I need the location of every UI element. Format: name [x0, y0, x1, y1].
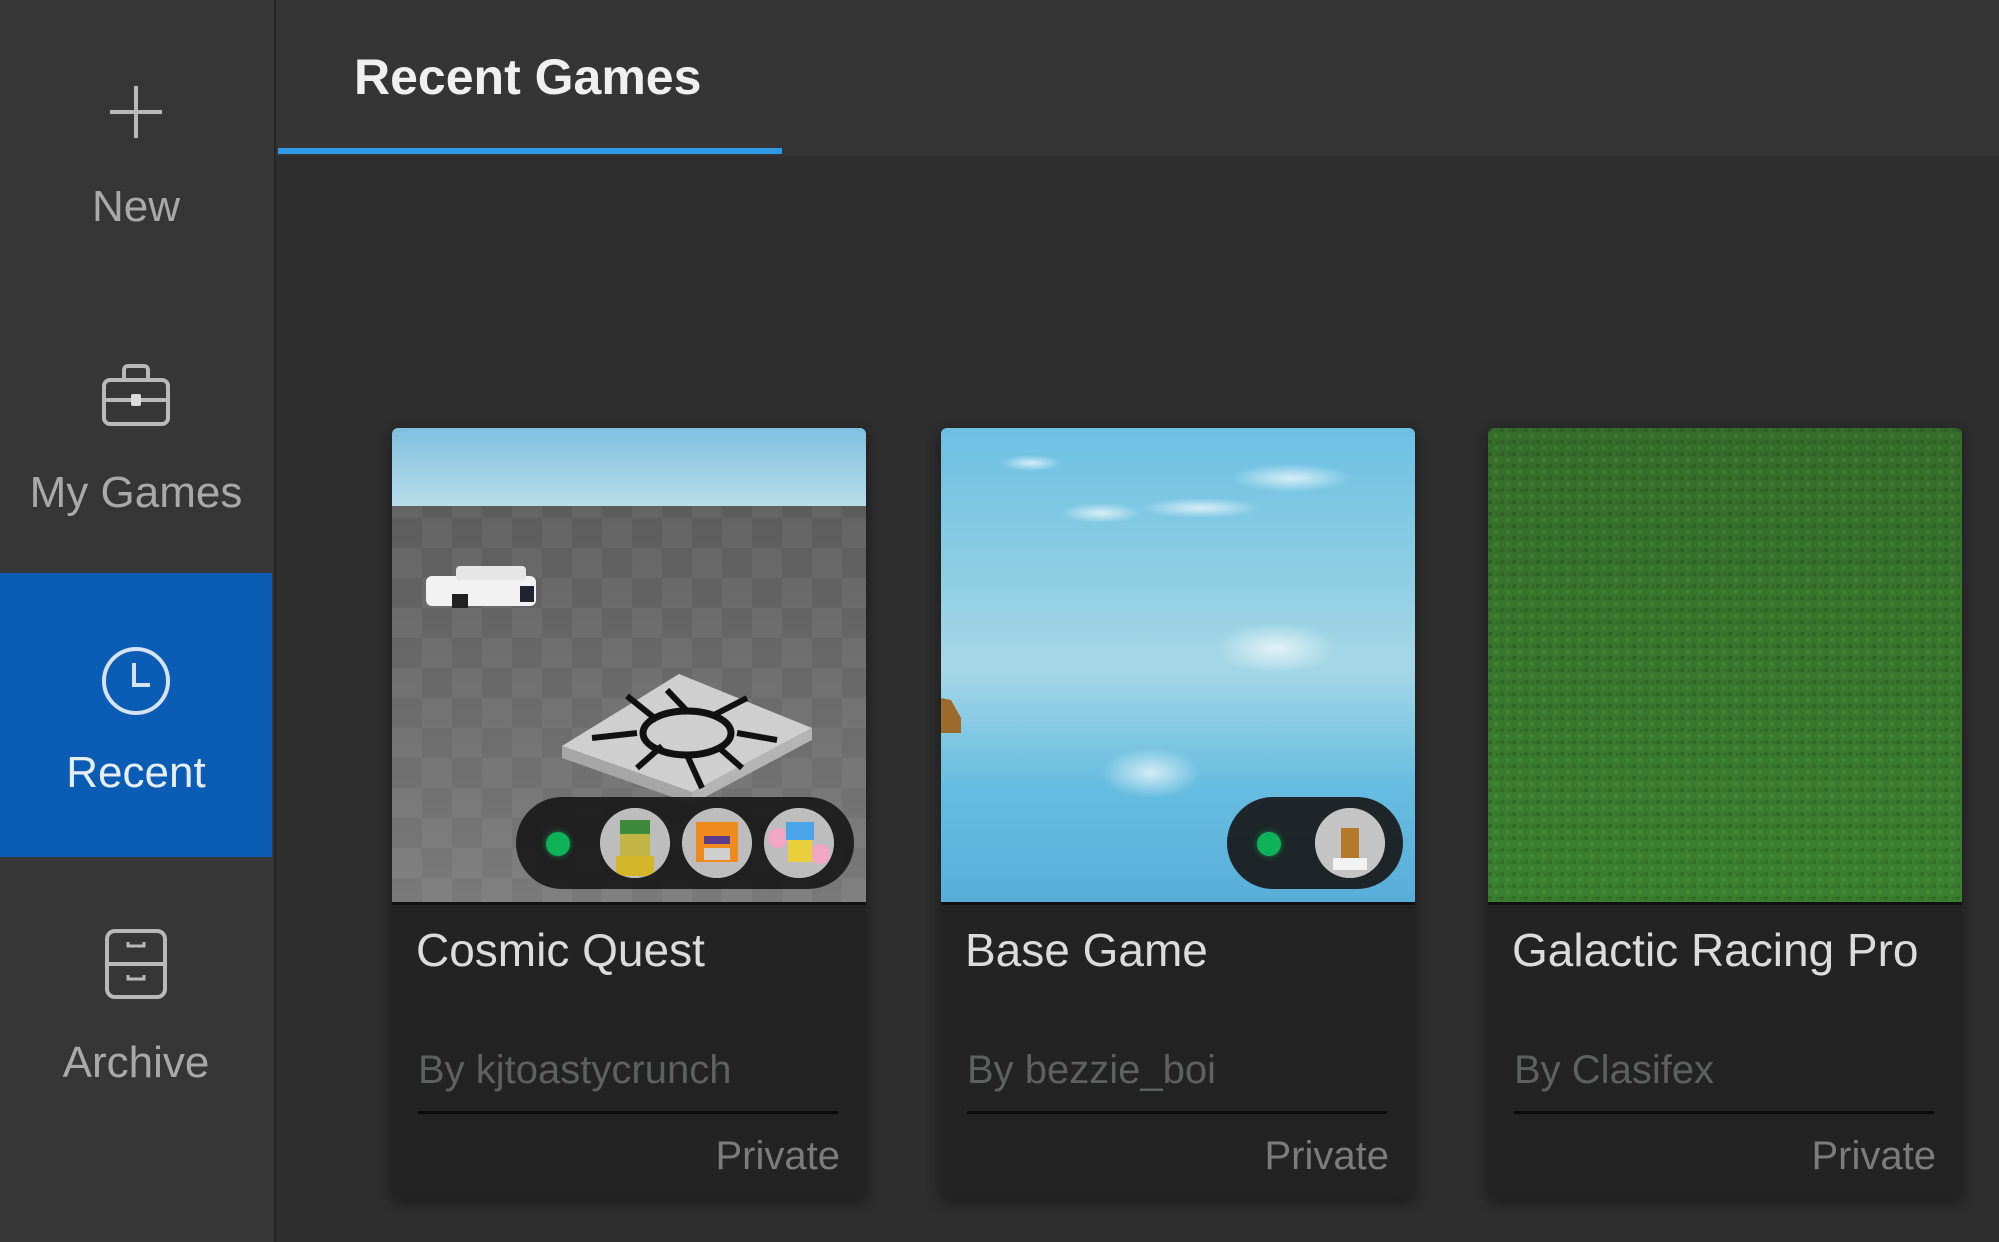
friend-avatar[interactable] — [764, 808, 834, 878]
divider — [967, 1111, 1387, 1114]
privacy-status: Private — [715, 1134, 841, 1178]
sidebar-item-archive[interactable]: Archive — [0, 870, 272, 1120]
privacy-status: Private — [1811, 1134, 1937, 1178]
header: Recent Games — [276, 0, 1999, 156]
sidebar-item-label: My Games — [29, 468, 243, 517]
online-friends-badge[interactable] — [1227, 797, 1403, 889]
game-title: Galactic Racing Pro — [1512, 924, 1919, 976]
game-author: By kjtoastycrunch — [418, 1048, 732, 1092]
sidebar-item-label: New — [91, 182, 181, 231]
sidebar-item-label: Archive — [62, 1038, 210, 1087]
plus-icon — [106, 82, 166, 147]
game-thumbnail — [1488, 428, 1962, 905]
active-tab-indicator — [278, 148, 782, 154]
briefcase-icon — [100, 362, 172, 433]
sidebar-item-label: Recent — [66, 748, 206, 797]
divider — [1514, 1111, 1934, 1114]
tab-label: Recent Games — [354, 49, 702, 105]
online-status-dot — [546, 832, 570, 856]
friend-avatar[interactable] — [1315, 808, 1385, 878]
privacy-status: Private — [1264, 1134, 1390, 1178]
clock-icon — [100, 645, 172, 722]
game-author: By bezzie_boi — [967, 1048, 1217, 1092]
sidebar-item-my-games[interactable]: My Games — [0, 300, 272, 550]
sidebar-item-recent[interactable]: Recent — [0, 573, 272, 857]
game-thumbnail — [392, 428, 866, 905]
divider — [418, 1111, 838, 1114]
game-card[interactable]: Galactic Racing Pro By Clasifex Private — [1488, 428, 1962, 1198]
online-status-dot — [1257, 832, 1281, 856]
game-thumbnail — [941, 428, 1415, 905]
tab-recent-games[interactable]: Recent Games — [276, 0, 782, 156]
game-title: Base Game — [965, 924, 1208, 976]
sidebar: New My Games Recent Archive — [0, 0, 276, 1242]
game-card[interactable]: Cosmic Quest By kjtoastycrunch Private — [392, 428, 866, 1198]
archive-icon — [104, 928, 168, 1005]
friend-avatar[interactable] — [600, 808, 670, 878]
game-title: Cosmic Quest — [416, 924, 705, 976]
sidebar-item-new[interactable]: New — [0, 20, 272, 270]
game-card[interactable]: Base Game By bezzie_boi Private — [941, 428, 1415, 1198]
game-author: By Clasifex — [1514, 1048, 1715, 1092]
friend-avatar[interactable] — [682, 808, 752, 878]
online-friends-badge[interactable] — [516, 797, 854, 889]
